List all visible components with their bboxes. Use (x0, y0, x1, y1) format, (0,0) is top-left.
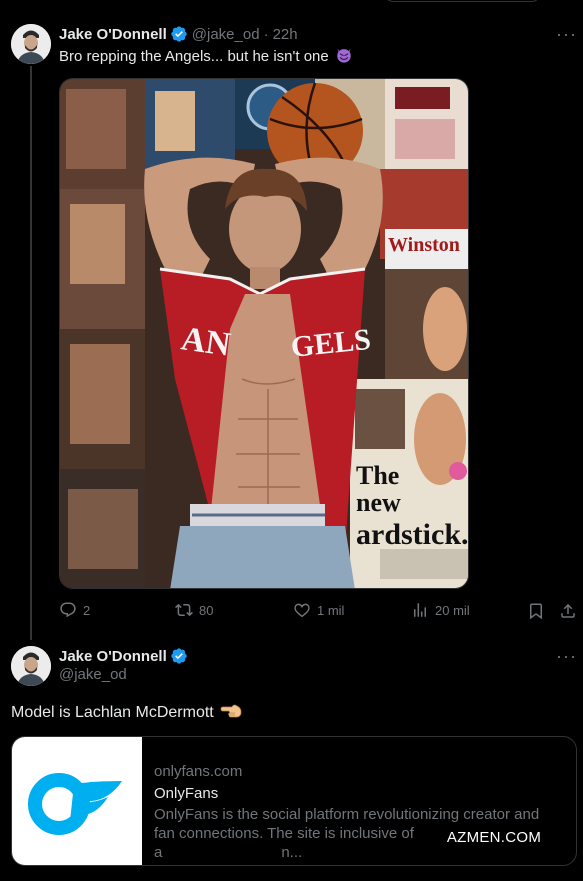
repost-icon (175, 603, 193, 617)
share-button[interactable] (559, 602, 577, 620)
heart-icon (294, 603, 310, 618)
poster-winston-text: Winston (388, 234, 460, 256)
verified-badge-icon[interactable] (170, 647, 188, 665)
tweet-text-body: Bro repping the Angels... but he isn't o… (59, 48, 329, 65)
card-title[interactable]: OnlyFans (154, 783, 562, 805)
bookmark-button[interactable] (527, 602, 545, 620)
verified-badge-icon[interactable] (170, 25, 188, 43)
poster-yardstick-text: ardstick. (356, 518, 469, 551)
previous-element-edge (385, 0, 540, 2)
tweet-timestamp[interactable]: 22h (273, 26, 298, 43)
repost-count: 80 (199, 602, 214, 618)
separator-dot: · (263, 25, 269, 43)
tweet-actions-bar: 2 80 1 mil 20 mil (59, 601, 579, 623)
views-button[interactable]: 20 mil (411, 601, 470, 619)
share-icon (561, 603, 575, 618)
views-chart-icon (414, 603, 426, 617)
watermark-overlay: AZMEN.COM (438, 827, 550, 849)
poster-the-text: The (356, 461, 399, 490)
card-description-line1: OnlyFans is the social platform revoluti… (154, 806, 540, 823)
views-count: 20 mil (435, 602, 470, 618)
photo-collage-man-in-angels-jersey: Winston The new ardstick. AN GELS (60, 79, 469, 588)
tweet-text: Bro repping the Angels... but he isn't o… (59, 46, 353, 67)
tweet-header: Jake O'Donnell @jake_od · 22h (59, 24, 298, 44)
like-button[interactable]: 1 mil (293, 601, 344, 619)
backhand-index-pointing-left-emoji-icon (220, 704, 242, 718)
author-handle[interactable]: @jake_od (59, 666, 127, 683)
onlyfans-logo-icon (28, 773, 122, 835)
reply-count: 2 (83, 602, 91, 618)
jersey-an-text: AN (179, 320, 233, 364)
author-handle[interactable]: @jake_od (192, 26, 260, 43)
more-options-icon[interactable]: ··· (556, 25, 576, 48)
reply-button[interactable]: 2 (59, 601, 90, 619)
card-description-tail: n... (281, 844, 303, 861)
author-name[interactable]: Jake O'Donnell (59, 648, 167, 665)
repost-button[interactable]: 80 (175, 601, 213, 619)
like-count: 1 mil (317, 602, 345, 618)
author-name[interactable]: Jake O'Donnell (59, 26, 167, 43)
reply-text: Model is Lachlan McDermott (11, 702, 242, 723)
bookmark-icon (530, 603, 542, 620)
reply-text-body: Model is Lachlan McDermott (11, 704, 214, 721)
tweet-media-image[interactable]: Winston The new ardstick. AN GELS (59, 78, 469, 589)
reply-icon (60, 602, 76, 618)
avatar[interactable] (11, 646, 51, 686)
avatar[interactable] (11, 24, 51, 64)
card-domain[interactable]: onlyfans.com (154, 762, 562, 782)
thread-connector-line (30, 66, 32, 640)
onlyfans-logo-thumbnail (12, 737, 142, 865)
more-options-icon[interactable]: ··· (556, 647, 576, 670)
reply-header: Jake O'Donnell (59, 646, 188, 666)
smiling-devil-emoji-icon (337, 48, 351, 63)
poster-new-text: new (356, 488, 401, 517)
